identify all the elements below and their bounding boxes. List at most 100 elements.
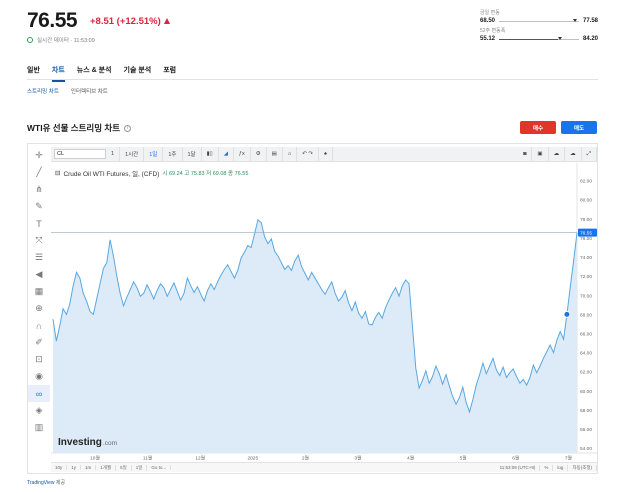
auto-toggle[interactable]: 자동(조정) xyxy=(568,464,597,471)
last-price-label: 76.55 xyxy=(580,231,592,237)
compare-icon[interactable]: ▤ xyxy=(267,146,283,162)
layers-icon[interactable]: ◈ xyxy=(28,402,50,419)
percent-toggle[interactable]: % xyxy=(540,464,554,471)
realtime-label: 실시간 데이터 · 11:53:09 xyxy=(37,38,95,44)
price-change-text: +8.51 (+12.51%) xyxy=(90,16,161,27)
day-range: 금일 변동 68.50 77.58 xyxy=(480,9,598,24)
sub-tabs: 스트리밍 차트 인터렉티브 차트 xyxy=(27,87,108,95)
credit-suffix: 제공 xyxy=(54,480,66,486)
x-tick-label: 10월 xyxy=(90,455,100,462)
bar-style-icon[interactable]: ▮▯ xyxy=(202,146,219,162)
chart-title: WTI유 선물 스트리밍 차트 i xyxy=(27,122,132,134)
day-range-bar xyxy=(499,18,579,22)
eye-icon[interactable]: ◉ xyxy=(28,368,50,385)
week52-range: 52주 변동폭 55.12 84.20 xyxy=(480,27,598,42)
zoom-icon[interactable]: ⊕ xyxy=(28,300,50,317)
crosshair-icon[interactable]: ✛ xyxy=(28,147,50,164)
brush-icon[interactable]: ✎ xyxy=(28,198,50,215)
pencil-lock-icon[interactable]: ✐ xyxy=(28,334,50,351)
y-tick-label: 64.00 xyxy=(580,351,592,357)
alert-icon[interactable]: ⌂ xyxy=(283,146,298,162)
lock-icon[interactable]: ⊡ xyxy=(28,351,50,368)
settings-icon[interactable]: ⚙ xyxy=(251,146,267,162)
symbol-input[interactable]: CL xyxy=(54,149,106,159)
range-5d[interactable]: 5일 xyxy=(116,464,132,471)
event-marker xyxy=(563,310,571,318)
x-tick-label: 3월 xyxy=(354,455,361,462)
tabs-divider xyxy=(27,79,598,80)
y-tick-label: 70.00 xyxy=(580,293,592,299)
undo-icon[interactable]: ↶ ↷ xyxy=(297,146,319,162)
investing-watermark: Investing xyxy=(58,437,102,448)
realtime-status: 실시간 데이터 · 11:53:09 xyxy=(27,36,95,44)
y-tick-label: 78.00 xyxy=(580,217,592,223)
magnet-icon[interactable]: ∩ xyxy=(28,317,50,334)
link-icon[interactable]: ∞ xyxy=(28,385,50,402)
day-range-low: 68.50 xyxy=(480,18,496,24)
x-tick-label: 7월 xyxy=(565,455,572,462)
subtab-interactive[interactable]: 인터렉티브 차트 xyxy=(71,87,108,95)
y-tick-label: 72.00 xyxy=(580,274,592,280)
arrow-left-icon[interactable]: ◀ xyxy=(28,266,50,283)
y-tick-label: 60.00 xyxy=(580,389,592,395)
goto-date[interactable]: Go to... xyxy=(147,465,172,470)
text-icon[interactable]: T xyxy=(28,215,50,232)
week52-range-marker xyxy=(558,36,563,40)
pitchfork-icon[interactable]: ⋔ xyxy=(28,181,50,198)
y-tick-label: 68.00 xyxy=(580,312,592,318)
camera-icon[interactable]: ◙ xyxy=(518,146,533,162)
day-range-high: 77.58 xyxy=(582,18,598,24)
x-tick-label: 12월 xyxy=(195,455,205,462)
layout-icon[interactable]: ▣ xyxy=(532,146,549,162)
indicators-icon[interactable]: ƒx xyxy=(234,146,251,162)
y-tick-label: 74.00 xyxy=(580,255,592,261)
trendline-icon[interactable]: ╱ xyxy=(28,164,50,181)
ruler-icon[interactable]: ▦ xyxy=(28,283,50,300)
interval-1h[interactable]: 1시간 xyxy=(120,146,145,162)
week52-range-high: 84.20 xyxy=(582,36,598,42)
y-tick-label: 54.00 xyxy=(580,446,592,452)
range-1y[interactable]: 1y xyxy=(67,465,82,470)
range-1d[interactable]: 1일 xyxy=(132,464,148,471)
week52-range-low: 55.12 xyxy=(480,36,496,42)
tradingview-link[interactable]: TradingView xyxy=(27,480,55,486)
x-tick-label: 2월 xyxy=(302,455,309,462)
range-1m[interactable]: 1m xyxy=(81,465,97,470)
cloud-save-icon[interactable]: ☁ xyxy=(549,146,566,162)
x-tick-label: 2025 xyxy=(247,456,258,462)
range-1month[interactable]: 1개월 xyxy=(96,464,117,471)
clock-icon xyxy=(27,37,33,43)
price-chart[interactable]: 54.00 56.00 58.00 60.00 62.00 64.00 66.00 68.00… xyxy=(51,163,597,462)
day-range-label: 금일 변동 xyxy=(480,10,500,16)
interval-1d[interactable]: 1일 xyxy=(144,146,164,162)
y-tick-label: 76.00 xyxy=(580,236,592,242)
week52-range-fill xyxy=(499,38,559,40)
info-icon[interactable]: i xyxy=(124,124,132,132)
chart-title-text: WTI유 선물 스트리밍 차트 xyxy=(27,123,121,133)
chart-time: 11:53:09 (UTC+9) xyxy=(496,464,541,471)
sell-button[interactable]: 매수 xyxy=(520,121,556,134)
cloud-load-icon[interactable]: ☁ xyxy=(565,146,582,162)
interval-1w[interactable]: 1주 xyxy=(163,146,183,162)
x-tick-label: 6월 xyxy=(512,455,519,462)
last-price: 76.55 xyxy=(27,9,78,32)
tradingview-credit: TradingView 제공 xyxy=(27,479,65,486)
range-10y[interactable]: 10y xyxy=(51,465,68,470)
x-tick-label: 5월 xyxy=(460,455,467,462)
trash-icon[interactable]: ▥ xyxy=(28,419,50,436)
y-tick-label: 62.00 xyxy=(580,370,592,376)
y-tick-label: 80.00 xyxy=(580,198,592,204)
x-tick-label: 4월 xyxy=(407,455,414,462)
fib-icon[interactable]: ☰ xyxy=(28,249,50,266)
log-toggle[interactable]: log xyxy=(553,464,569,471)
buy-button[interactable]: 매도 xyxy=(561,121,597,134)
pattern-icon[interactable]: ⤧ xyxy=(28,232,50,249)
price-change: +8.51 (+12.51%) xyxy=(90,16,170,27)
interval-1mo[interactable]: 1달 xyxy=(183,146,202,162)
chart-toolbar: CL 1 1시간 1일 1주 1달 ▮▯ ◢ ƒx ⚙ ▤ ⌂ ↶ ↷ ♠ ◙ … xyxy=(51,146,597,162)
brush-style-icon[interactable]: ♠ xyxy=(319,146,333,162)
interval-1m[interactable]: 1 xyxy=(106,146,121,162)
subtab-streaming[interactable]: 스트리밍 차트 xyxy=(27,87,59,95)
area-style-icon[interactable]: ◢ xyxy=(219,146,234,162)
fullscreen-icon[interactable]: ⤢ xyxy=(582,146,597,162)
